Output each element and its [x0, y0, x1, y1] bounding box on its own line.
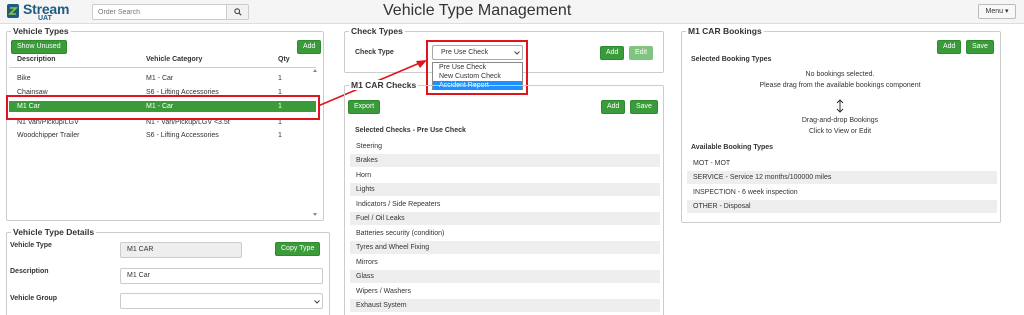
vehicle-type-field: M1 CAR [120, 242, 242, 258]
column-header-qty[interactable]: Qty [278, 56, 290, 63]
logo-subtitle: UAT [38, 15, 52, 22]
no-bookings-message: No bookings selected. [805, 71, 875, 78]
check-item[interactable]: Brakes [350, 154, 660, 167]
check-item[interactable]: Tyres and Wheel Fixing [350, 241, 660, 254]
menu-button[interactable]: Menu ▾ [978, 4, 1016, 19]
vehicle-group-select[interactable] [120, 293, 323, 309]
check-types-legend: Check Types [349, 26, 405, 36]
selected-checks-title: Selected Checks - Pre Use Check [355, 127, 466, 134]
row-qty: 1 [278, 75, 282, 82]
drag-drop-label: Drag-and-drop Bookings [801, 117, 879, 124]
app-logo[interactable]: Stream UAT [6, 1, 86, 22]
m1-checks-legend: M1 CAR Checks [349, 80, 419, 90]
check-item[interactable]: Exhaust System [350, 299, 660, 312]
add-check-type-button[interactable]: Add [600, 46, 625, 60]
order-search [92, 4, 249, 20]
row-qty: 1 [278, 132, 282, 139]
export-button[interactable]: Export [348, 100, 381, 114]
check-item[interactable]: Lights [350, 183, 660, 196]
add-booking-button[interactable]: Add [937, 40, 962, 54]
save-checks-button[interactable]: Save [630, 100, 658, 114]
description-label: Description [10, 268, 49, 275]
row-description: Woodchipper Trailer [17, 132, 80, 139]
available-booking-types-title: Available Booking Types [691, 144, 774, 151]
row-category: M1 - Car [146, 75, 174, 82]
edit-check-type-button[interactable]: Edit [629, 46, 654, 60]
vehicle-types-legend: Vehicle Types [11, 26, 71, 36]
selected-booking-types-title: Selected Booking Types [691, 56, 772, 63]
check-item[interactable]: Glass [350, 270, 660, 283]
table-row[interactable]: Woodchipper Trailer S6 - Lifting Accesso… [9, 130, 316, 141]
row-category: S6 - Lifting Accessories [146, 132, 219, 139]
column-header-vehicle-category[interactable]: Vehicle Category [146, 56, 202, 63]
row-description: Bike [17, 75, 31, 82]
check-item[interactable]: Indicators / Side Repeaters [350, 198, 660, 211]
vehicle-type-details-legend: Vehicle Type Details [11, 227, 97, 237]
m1-bookings-legend: M1 CAR Bookings [686, 26, 764, 36]
vehicle-type-label: Vehicle Type [10, 242, 52, 249]
top-bar: Stream UAT Vehicle Type Management Menu … [0, 0, 1024, 24]
booking-type-item[interactable]: OTHER - Disposal [687, 200, 997, 213]
check-item[interactable]: Fuel / Oil Leaks [350, 212, 660, 225]
check-item[interactable]: Batteries security (condition) [350, 227, 660, 240]
booking-type-item[interactable]: MOT - MOT [687, 157, 997, 170]
check-item[interactable]: Mirrors [350, 256, 660, 269]
booking-type-item[interactable]: SERVICE - Service 12 months/100000 miles [687, 171, 997, 184]
search-icon [233, 8, 242, 16]
save-bookings-button[interactable]: Save [966, 40, 994, 54]
search-button[interactable] [226, 5, 248, 19]
vehicle-types-table-header: Description Vehicle Category Qty [9, 56, 316, 68]
click-to-view-label: Click to View or Edit [808, 128, 872, 135]
copy-type-button[interactable]: Copy Type [275, 242, 321, 256]
order-search-input[interactable] [93, 5, 227, 19]
vehicle-group-label: Vehicle Group [10, 295, 58, 302]
check-item[interactable]: Steering [350, 140, 660, 153]
selected-row-highlight [6, 95, 320, 120]
stream-logo-icon [7, 4, 19, 18]
booking-type-item[interactable]: INSPECTION - 6 week inspection [687, 186, 997, 199]
drag-hint-message: Please drag from the available bookings … [759, 82, 921, 89]
check-item[interactable]: Wipers / Washers [350, 285, 660, 298]
column-header-description[interactable]: Description [17, 56, 56, 63]
chevron-down-icon [314, 300, 320, 304]
check-item[interactable]: Horn [350, 169, 660, 182]
description-field[interactable]: M1 Car [120, 268, 323, 284]
page-title: Vehicle Type Management [383, 2, 572, 19]
add-check-button[interactable]: Add [601, 100, 626, 114]
table-row[interactable]: Bike M1 - Car 1 [9, 73, 316, 84]
vertical-resize-arrow-icon [836, 99, 844, 113]
show-unused-button[interactable]: Show Unused [11, 40, 67, 54]
